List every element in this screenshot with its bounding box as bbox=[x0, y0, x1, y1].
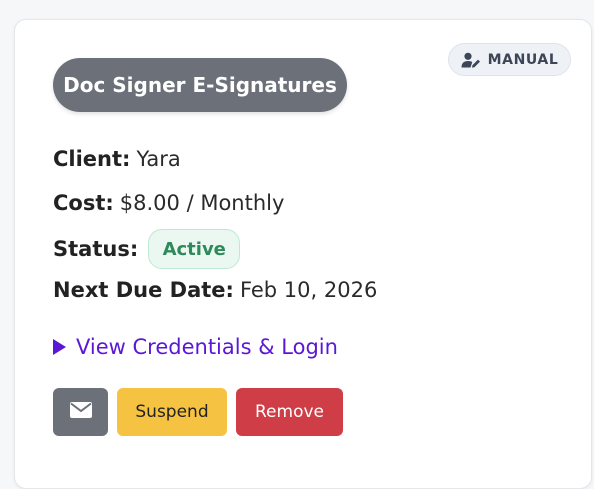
manual-badge-label: MANUAL bbox=[487, 51, 559, 68]
next-due-value: Feb 10, 2026 bbox=[239, 278, 378, 302]
cost-label: Cost: bbox=[53, 191, 114, 215]
manual-badge: MANUAL bbox=[448, 43, 571, 76]
status-label: Status: bbox=[53, 237, 139, 261]
status-badge: Active bbox=[148, 229, 241, 269]
cost-value: $8.00 / Monthly bbox=[119, 191, 285, 215]
cost-row: Cost: $8.00 / Monthly bbox=[53, 191, 284, 215]
view-credentials-toggle[interactable]: View Credentials & Login bbox=[53, 335, 338, 359]
status-row: Status: Active bbox=[53, 229, 241, 269]
view-credentials-label: View Credentials & Login bbox=[76, 335, 338, 359]
service-card: MANUAL Doc Signer E-Signatures Client: Y… bbox=[14, 19, 592, 489]
suspend-button[interactable]: Suspend bbox=[117, 388, 227, 436]
disclosure-triangle-icon bbox=[53, 339, 66, 355]
user-edit-icon bbox=[461, 52, 481, 68]
envelope-icon bbox=[69, 401, 92, 423]
client-row: Client: Yara bbox=[53, 147, 181, 171]
service-name-pill: Doc Signer E-Signatures bbox=[53, 58, 347, 112]
next-due-row: Next Due Date: Feb 10, 2026 bbox=[53, 278, 377, 302]
email-button[interactable] bbox=[53, 388, 108, 436]
remove-button[interactable]: Remove bbox=[236, 388, 343, 436]
client-value: Yara bbox=[136, 147, 181, 171]
client-label: Client: bbox=[53, 147, 131, 171]
next-due-label: Next Due Date: bbox=[53, 278, 234, 302]
